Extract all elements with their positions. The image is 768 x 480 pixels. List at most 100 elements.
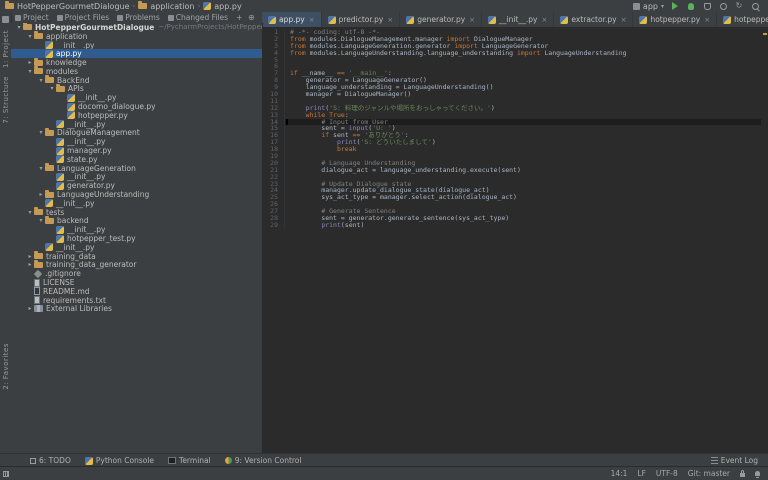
tree-down-arrow-icon[interactable]: ▾ [15,24,23,31]
tree-item-hotpepper_test-py[interactable]: hotpepper_test.py [11,234,262,243]
editor-tab-hotpepper_test-py[interactable]: hotpepper_test.py× [717,12,768,27]
caret-position[interactable]: 14:1 [611,469,628,478]
tree-item-backend[interactable]: ▾BackEnd [11,76,262,85]
tree-item-apis[interactable]: ▾APIs [11,85,262,94]
code-line-21[interactable]: 21 dialogue_act = language_understanding… [262,167,761,174]
tree-item-training_data_generator[interactable]: ▸training_data_generator [11,261,262,270]
code-line-18[interactable]: 18 break [262,146,761,153]
tree-item-languageunderstanding[interactable]: ▸LanguageUnderstanding [11,190,262,199]
breadcrumb-item-hotpeppergourmetdialogue[interactable]: HotPepperGourmetDialogue [5,2,130,11]
toolwindow-button-6-todo[interactable]: 6: TODO [30,456,71,465]
tree-right-arrow-icon[interactable]: ▸ [26,305,34,312]
code-line-10[interactable]: 10 manager = DialogueManager() [262,91,761,98]
tree-item-application[interactable]: ▾application [11,32,262,41]
view-tab-problems[interactable]: Problems [113,13,164,22]
tree-right-arrow-icon[interactable]: ▸ [37,191,45,198]
toolwindow-button-python-console[interactable]: Python Console [85,456,154,465]
tree-item-knowledge[interactable]: ▸knowledge [11,58,262,67]
line-number[interactable]: 29 [262,222,285,229]
tab-close-icon[interactable]: × [309,16,315,24]
view-tab-changed-files[interactable]: Changed Files [164,13,232,22]
tree-item-__init__-py[interactable]: __init__.py [11,41,262,50]
tree-item-training_data[interactable]: ▸training_data [11,252,262,261]
editor-tab-hotpepper-py[interactable]: hotpepper.py× [633,12,717,27]
editor-tab-extractor-py[interactable]: extractor.py× [554,12,633,27]
tree-item-generator-py[interactable]: generator.py [11,181,262,190]
tree-right-arrow-icon[interactable]: ▸ [26,261,34,268]
run-button[interactable] [670,1,680,11]
tab-close-icon[interactable]: × [387,16,393,24]
tree-item-manager-py[interactable]: manager.py [11,146,262,155]
tab-close-icon[interactable]: × [542,16,548,24]
editor-tab-__init__-py[interactable]: __init__.py× [482,12,554,27]
tree-item-__init__-py[interactable]: __init__.py [11,137,262,146]
debug-button[interactable] [686,1,696,11]
tree-item-tests[interactable]: ▾tests [11,208,262,217]
editor-tab-generator-py[interactable]: generator.py× [400,12,482,27]
file-encoding[interactable]: UTF-8 [656,469,678,478]
breadcrumb-item-app-py[interactable]: app.py [203,2,241,11]
locate-button[interactable]: ⊕ [246,13,256,23]
editor-tab-predictor-py[interactable]: predictor.py× [322,12,401,27]
tree-right-arrow-icon[interactable]: ▸ [26,253,34,260]
tree-item-__init__-py[interactable]: __init__.py [11,173,262,182]
tree-item-hotpeppergourmetdialogue[interactable]: ▾HotPepperGourmetDialogue~/PycharmProjec… [11,23,262,32]
breadcrumb-label: HotPepperGourmetDialogue [17,2,130,11]
tree-down-arrow-icon[interactable]: ▾ [37,77,45,84]
search-button[interactable] [750,1,760,11]
tree-item--gitignore[interactable]: .gitignore [11,269,262,278]
tree-down-arrow-icon[interactable]: ▾ [26,209,34,216]
add-view-button[interactable]: + [232,13,246,22]
tree-item-readme-md[interactable]: README.md [11,287,262,296]
profiler-button[interactable] [718,1,728,11]
tree-item-docomo_dialogue-py[interactable]: docomo_dialogue.py [11,102,262,111]
tree-item-backend[interactable]: ▾backend [11,217,262,226]
tree-item-dialoguemanagement[interactable]: ▾DialogueManagement [11,129,262,138]
tool-strip-icon[interactable] [2,16,9,23]
tree-down-arrow-icon[interactable]: ▾ [37,165,45,172]
code-line-5[interactable]: 5 [262,57,761,64]
tree-item-external-libraries[interactable]: ▸External Libraries [11,305,262,314]
error-stripe[interactable] [761,27,768,454]
tree-item-app-py[interactable]: app.py [11,49,262,58]
breadcrumb-item-application[interactable]: application [138,2,194,11]
tree-down-arrow-icon[interactable]: ▾ [37,129,45,136]
tree-down-arrow-icon[interactable]: ▾ [37,217,45,224]
restart-button[interactable]: ↻ [734,1,744,11]
code-line-4[interactable]: 4from modules.LanguageUnderstanding.lang… [262,50,761,57]
tree-item-languagegeneration[interactable]: ▾LanguageGeneration [11,164,262,173]
editor-tab-app-py[interactable]: app.py× [262,12,322,27]
code-editor[interactable]: 1# -*- coding: utf-8 -*-2from modules.Di… [262,27,768,454]
code-line-25[interactable]: 25 sys_act_type = manager.select_action(… [262,194,761,201]
tab-close-icon[interactable]: × [704,16,710,24]
run-config-selector[interactable]: app ▾ [633,2,664,11]
code-line-29[interactable]: 29 print(sent) [262,222,761,229]
tree-down-arrow-icon[interactable]: ▾ [26,33,34,40]
tree-down-arrow-icon[interactable]: ▾ [48,85,56,92]
tree-item-requirements-txt[interactable]: requirements.txt [11,296,262,305]
tree-item-license[interactable]: LICENSE [11,278,262,287]
toolwindow-button-9-version-control[interactable]: 9: Version Control [225,456,302,465]
tool-strip-label-favorites[interactable]: 2: Favorites [2,343,10,390]
view-tab-project[interactable]: Project [11,13,53,22]
tool-strip-label-structure[interactable]: 7: Structure [2,76,10,124]
toolwindow-switcher-icon[interactable] [3,471,9,477]
tab-close-icon[interactable]: × [621,16,627,24]
tree-item-__init__-py[interactable]: __init__.py [11,225,262,234]
tree-down-arrow-icon[interactable]: ▾ [26,68,34,75]
coverage-button[interactable] [702,1,712,11]
tree-item-__init__-py[interactable]: __init__.py [11,199,262,208]
tab-close-icon[interactable]: × [469,16,475,24]
line-separator[interactable]: LF [637,469,646,478]
tree-item-hotpepper-py[interactable]: hotpepper.py [11,111,262,120]
notifications-bell-icon[interactable] [755,471,760,476]
lock-icon[interactable] [740,473,745,477]
toolwindow-button-event-log[interactable]: Event Log [711,456,758,465]
tree-right-arrow-icon[interactable]: ▸ [26,59,34,66]
git-branch[interactable]: Git: master [688,469,730,478]
tree-item-__init__-py[interactable]: __init__.py [11,243,262,252]
toolwindow-button-terminal[interactable]: Terminal [168,456,211,465]
view-tab-project-files[interactable]: Project Files [53,13,114,22]
tool-strip-label-project[interactable]: 1: Project [2,30,10,68]
tree-item-__init__-py[interactable]: __init__.py [11,93,262,102]
